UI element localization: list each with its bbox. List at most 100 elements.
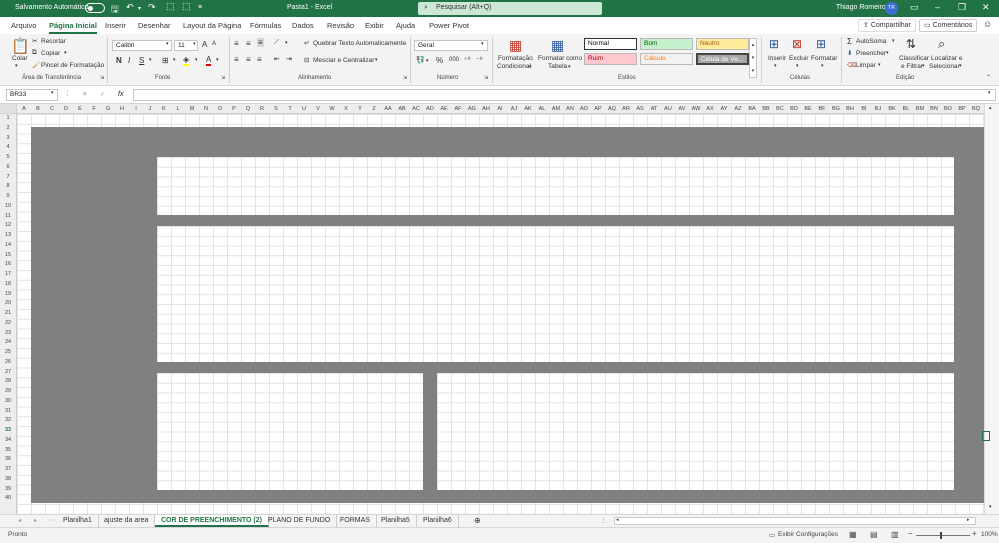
tab-ajuda[interactable]: Ajuda xyxy=(396,21,415,30)
column-header[interactable]: AV xyxy=(675,106,689,112)
align-bottom-icon[interactable]: ≡ xyxy=(257,38,264,47)
column-header[interactable]: AY xyxy=(717,106,731,112)
zoom-level[interactable]: 100% xyxy=(981,531,998,538)
bold-button[interactable]: N xyxy=(116,56,122,65)
redo-icon[interactable]: ↷ xyxy=(148,2,156,13)
save-icon[interactable]: 🖫 xyxy=(111,2,119,18)
thousands-button[interactable]: 000 xyxy=(449,57,459,63)
row-header[interactable]: 15 xyxy=(0,252,16,258)
column-header[interactable]: AR xyxy=(619,106,633,112)
format-table-icon[interactable]: ▦ xyxy=(551,37,564,54)
clear-label[interactable]: Limpar xyxy=(856,62,876,69)
fill-color-icon[interactable]: ◈ xyxy=(183,55,190,66)
cell-style-option[interactable]: Cálculo xyxy=(640,53,693,65)
column-header[interactable]: AL xyxy=(535,106,549,112)
tab-exibir[interactable]: Exibir xyxy=(365,21,384,30)
column-header[interactable]: R xyxy=(255,106,269,112)
find-select-label-1[interactable]: Localizar e xyxy=(931,55,962,62)
tab-formulas[interactable]: Fórmulas xyxy=(250,21,281,30)
tab-pagina-inicial[interactable]: Página Inicial xyxy=(49,21,97,34)
sheet-tab[interactable]: ajuste da area xyxy=(98,515,156,527)
sheet-tab[interactable]: PLANO DE FUNDO xyxy=(262,515,338,527)
column-header[interactable]: BP xyxy=(955,106,969,112)
zoom-slider-knob[interactable] xyxy=(940,532,942,539)
fill-color-dropdown-icon[interactable]: ▾ xyxy=(195,57,198,63)
row-header[interactable]: 36 xyxy=(0,456,16,462)
font-size-dropdown-icon[interactable]: ▾ xyxy=(193,41,196,47)
column-header[interactable]: S xyxy=(269,106,283,112)
font-name-select[interactable]: Calibri xyxy=(112,40,172,51)
find-select-label-2[interactable]: Selecionar xyxy=(929,63,960,70)
column-header[interactable]: L xyxy=(171,106,185,112)
column-header[interactable]: BQ xyxy=(969,106,983,112)
row-header[interactable]: 26 xyxy=(0,359,16,365)
expand-formula-icon[interactable]: ▾ xyxy=(988,90,991,96)
column-header[interactable]: Q xyxy=(241,106,255,112)
number-format-dropdown-icon[interactable]: ▾ xyxy=(481,41,484,47)
sort-filter-icon[interactable]: ⇅ xyxy=(906,37,916,51)
scroll-down-icon[interactable]: ▾ xyxy=(989,504,992,510)
column-header[interactable]: AP xyxy=(591,106,605,112)
insert-cells-label[interactable]: Inserir xyxy=(768,55,786,62)
column-header[interactable]: AK xyxy=(521,106,535,112)
find-select-dropdown-icon[interactable]: ▾ xyxy=(959,63,962,69)
autosave-toggle[interactable] xyxy=(85,3,105,13)
column-header[interactable]: AC xyxy=(409,106,423,112)
column-header[interactable]: BO xyxy=(941,106,955,112)
zoom-in-icon[interactable]: + xyxy=(972,529,977,538)
tab-inserir[interactable]: Inserir xyxy=(105,21,126,30)
clear-dropdown-icon[interactable]: ▾ xyxy=(878,62,881,68)
formula-input[interactable] xyxy=(133,89,996,101)
column-header[interactable]: X xyxy=(339,106,353,112)
row-header[interactable]: 14 xyxy=(0,242,16,248)
shapes-icon[interactable]: ⬚ xyxy=(182,1,191,12)
format-painter-icon[interactable]: 🖌 xyxy=(32,61,40,69)
minimize-icon[interactable]: – xyxy=(935,2,940,12)
hscroll-divider-icon[interactable]: ⋮ xyxy=(600,516,607,524)
conditional-format-icon[interactable]: ▦ xyxy=(509,37,522,54)
row-header[interactable]: 11 xyxy=(0,213,16,219)
conditional-format-label-2[interactable]: Condicional xyxy=(497,63,531,70)
column-header[interactable]: AS xyxy=(633,106,647,112)
row-header[interactable]: 39 xyxy=(0,486,16,492)
tab-desenhar[interactable]: Desenhar xyxy=(138,21,171,30)
undo-dropdown-icon[interactable]: ▾ xyxy=(138,5,141,12)
row-header[interactable]: 10 xyxy=(0,203,16,209)
row-header[interactable]: 19 xyxy=(0,291,16,297)
horizontal-scrollbar[interactable]: ◂ ▸ xyxy=(614,517,976,525)
row-header[interactable]: 16 xyxy=(0,261,16,267)
row-header[interactable]: 32 xyxy=(0,417,16,423)
paste-label[interactable]: Colar xyxy=(12,55,28,62)
autosum-label[interactable]: AutoSoma xyxy=(856,38,886,45)
styles-scroll-icon[interactable]: ▴ ▾ ▾ xyxy=(749,38,757,78)
decrease-indent-icon[interactable]: ⇤ xyxy=(274,55,280,63)
cancel-entry-icon[interactable]: ✕ xyxy=(82,90,87,98)
column-header[interactable]: BF xyxy=(815,106,829,112)
column-header[interactable]: AB xyxy=(395,106,409,112)
smiley-icon[interactable]: ☺ xyxy=(983,19,992,29)
wrap-text-icon[interactable]: ↵ xyxy=(304,39,309,47)
column-header[interactable]: BI xyxy=(857,106,871,112)
column-header[interactable]: AO xyxy=(577,106,591,112)
row-header[interactable]: 24 xyxy=(0,339,16,345)
scroll-right-icon[interactable]: ▸ xyxy=(967,517,970,523)
delete-cells-label[interactable]: Excluir xyxy=(789,55,809,62)
column-header[interactable]: K xyxy=(157,106,171,112)
currency-dropdown-icon[interactable]: ▾ xyxy=(426,58,429,64)
column-header[interactable]: W xyxy=(325,106,339,112)
fill-label[interactable]: Preencher xyxy=(856,50,886,57)
next-sheet-icon[interactable]: ▸ xyxy=(34,517,37,524)
row-header[interactable]: 21 xyxy=(0,310,16,316)
column-header[interactable]: A xyxy=(17,106,31,112)
insert-function-button[interactable]: fx xyxy=(118,91,123,98)
borders-dropdown-icon[interactable]: ▾ xyxy=(173,57,176,63)
borders-icon[interactable]: ⊞ xyxy=(162,56,169,65)
cell-style-option[interactable]: Neutro xyxy=(696,38,749,50)
fill-dropdown-icon[interactable]: ▾ xyxy=(886,50,889,56)
delete-cells-dropdown-icon[interactable]: ▾ xyxy=(796,63,799,69)
sheet-tab[interactable]: FORMAS xyxy=(334,515,377,527)
row-header[interactable]: 20 xyxy=(0,300,16,306)
conditional-format-label-1[interactable]: Formatação xyxy=(498,55,533,62)
format-painter-label[interactable]: Pincel de Formatação xyxy=(41,62,104,69)
normal-view-icon[interactable]: ▦ xyxy=(849,530,857,539)
